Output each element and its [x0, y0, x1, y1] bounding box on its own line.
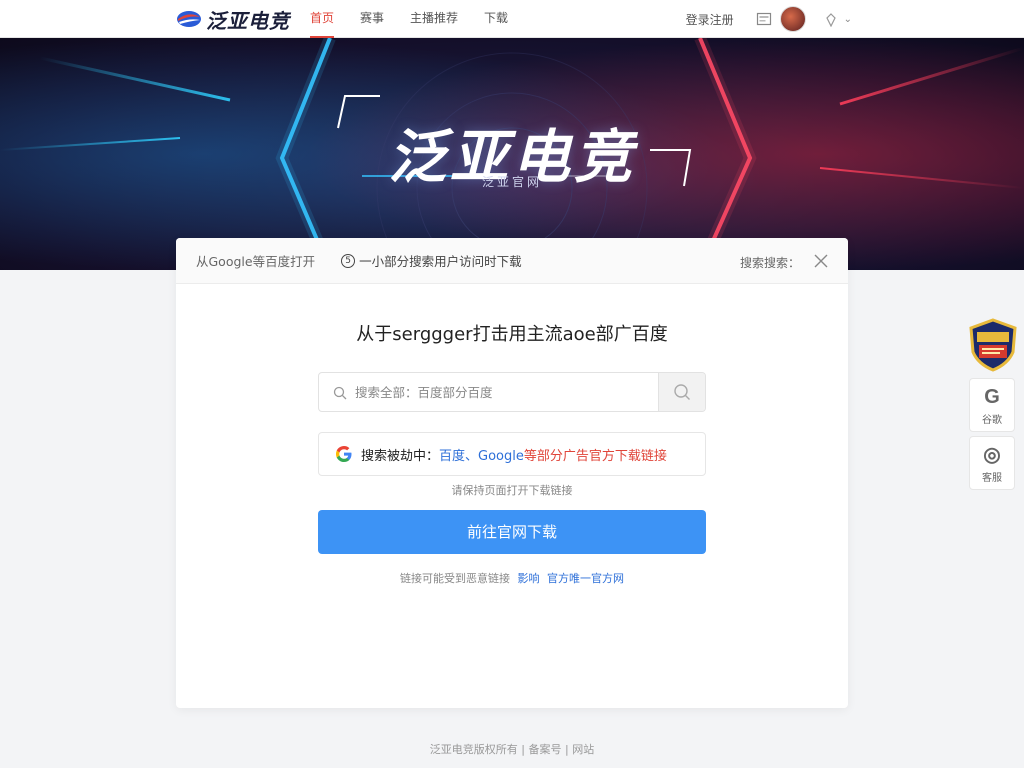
search-box	[318, 372, 706, 412]
nav-item-streamers[interactable]: 主播推荐	[410, 0, 458, 38]
google-icon	[335, 445, 353, 463]
support-icon: ◎	[983, 444, 1001, 466]
logo-text: 泛亚电竞	[206, 8, 290, 33]
support-side-label: 客服	[982, 473, 1002, 484]
official-shield-icon[interactable]	[968, 318, 1018, 372]
notice-warning: 等部分广告官方下载链接	[523, 448, 667, 464]
google-g-icon: G	[984, 386, 1000, 408]
page-footer: 泛亚电竞版权所有 | 备案号 | 网站	[429, 743, 595, 756]
header-search-label: 搜索搜索：	[739, 256, 800, 270]
count-badge: 5	[341, 253, 356, 268]
top-navbar: 泛亚电竞 首页 赛事 主播推荐 下载 登录注册 ⌄	[0, 0, 1024, 38]
official-site-link[interactable]: 官方唯一官方网	[547, 572, 624, 585]
header-notice: 5 一小部分搜索用户访问时下载	[341, 251, 522, 270]
header-notice-text: 一小部分搜索用户访问时下载	[359, 254, 522, 269]
user-area: 登录注册 ⌄	[686, 0, 852, 38]
search-button[interactable]	[658, 373, 705, 411]
support-side-button[interactable]: ◎ 客服	[969, 436, 1015, 490]
site-logo[interactable]: 泛亚电竞	[176, 7, 290, 33]
download-card: 从Google等百度打开 5 一小部分搜索用户访问时下载 搜索搜索： 从于ser…	[176, 238, 848, 708]
search-input[interactable]	[355, 373, 658, 411]
settings-icon[interactable]	[824, 12, 838, 28]
message-icon[interactable]	[756, 11, 772, 27]
google-side-button[interactable]: G 谷歌	[969, 378, 1015, 432]
card-header: 从Google等百度打开 5 一小部分搜索用户访问时下载 搜索搜索：	[176, 238, 848, 284]
card-footer-links: 链接可能受到恶意链接 影响 官方唯一官方网	[176, 570, 848, 586]
affected-link[interactable]: 影响	[518, 572, 540, 585]
notice-lead: 搜索被劫中：	[361, 448, 440, 464]
nav-item-download[interactable]: 下载	[484, 0, 508, 38]
hero-banner: 泛亚电竞 泛亚官网	[0, 38, 1024, 270]
close-icon[interactable]	[812, 252, 830, 270]
footer-note: 链接可能受到恶意链接	[400, 572, 510, 585]
avatar[interactable]	[779, 6, 806, 32]
google-side-label: 谷歌	[982, 415, 1002, 426]
official-download-button[interactable]: 前往官网下载	[318, 510, 706, 554]
notice-engines: 百度、Google	[439, 448, 524, 464]
header-hint: 从Google等百度打开	[196, 254, 316, 269]
logo-mark-icon	[176, 9, 202, 29]
nav-item-home[interactable]: 首页	[310, 0, 335, 38]
chevron-down-icon[interactable]: ⌄	[844, 14, 852, 25]
search-submit-icon	[674, 384, 690, 400]
nav-item-events[interactable]: 赛事	[360, 0, 384, 38]
keep-open-hint: 请保持页面打开下载链接	[451, 484, 573, 497]
main-nav: 首页 赛事 主播推荐 下载	[310, 0, 534, 38]
banner-subtitle: 泛亚官网	[481, 175, 542, 189]
login-register-link[interactable]: 登录注册	[686, 11, 734, 28]
card-title: 从于serggger打击用主流aoe部广百度	[356, 324, 668, 345]
search-icon	[333, 385, 347, 400]
search-hijack-notice: 搜索被劫中： 百度、Google 等部分广告官方下载链接	[318, 432, 706, 476]
